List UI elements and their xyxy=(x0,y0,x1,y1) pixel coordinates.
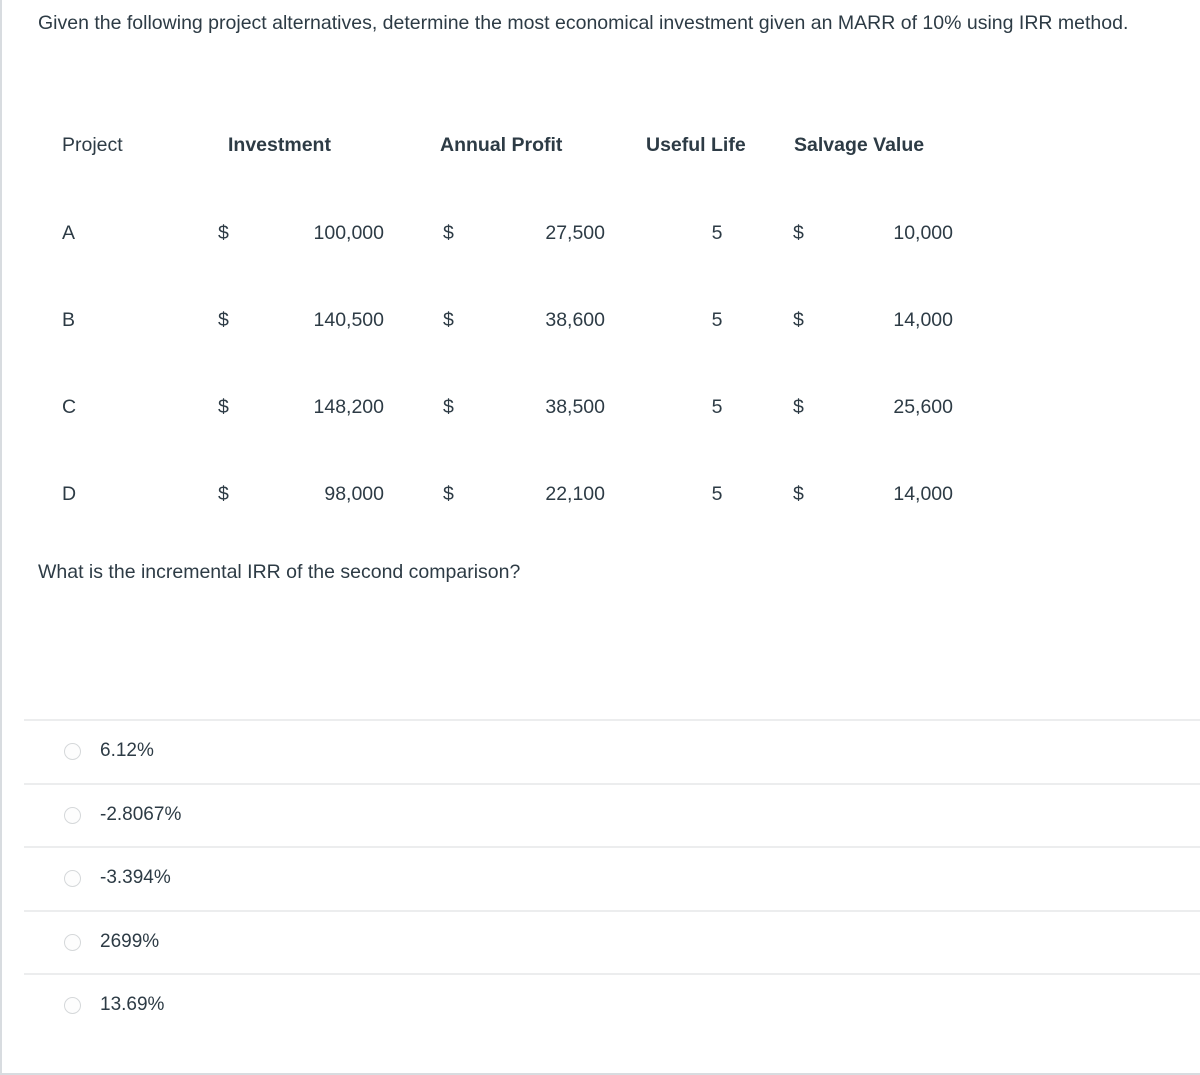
table-row: A $ 100,000 $ 27,500 5 $ 10,000 xyxy=(38,206,998,293)
cell-investment-currency: $ xyxy=(218,396,229,418)
cell-annual-profit: 38,600 xyxy=(545,309,605,331)
answer-option-label: 2699% xyxy=(100,930,160,952)
cell-investment-currency: $ xyxy=(218,309,229,331)
cell-project: D xyxy=(62,483,77,505)
radio-button-icon[interactable] xyxy=(64,806,81,824)
answer-option[interactable]: 13.69% xyxy=(24,973,1200,1037)
sub-question-text: What is the incremental IRR of the secon… xyxy=(38,561,521,583)
column-header-project: Project xyxy=(62,134,123,156)
cell-salvage-currency: $ xyxy=(793,309,804,331)
table-row: D $ 98,000 $ 22,100 5 $ 14,000 xyxy=(38,467,998,554)
radio-button-icon[interactable] xyxy=(64,743,81,760)
cell-investment: 140,500 xyxy=(313,309,385,331)
cell-useful-life: 5 xyxy=(711,309,723,331)
table-row: B $ 140,500 $ 38,600 5 $ 14,000 xyxy=(38,293,998,380)
column-header-investment: Investment xyxy=(228,134,331,156)
cell-profit-currency: $ xyxy=(443,222,454,244)
answer-option[interactable]: 2699% xyxy=(24,909,1200,974)
answer-option[interactable]: -2.8067% xyxy=(24,782,1200,847)
cell-investment-currency: $ xyxy=(218,222,229,244)
answer-options-list: 6.12% -2.8067% -3.394% 2699% 13.69% xyxy=(24,719,1200,1037)
cell-project: C xyxy=(62,396,77,418)
column-header-salvage-value: Salvage Value xyxy=(794,134,925,156)
cell-investment: 100,000 xyxy=(313,222,385,244)
table-header-row: Project Investment Annual Profit Useful … xyxy=(38,122,998,206)
cell-salvage-value: 25,600 xyxy=(893,396,953,418)
answer-option-label: 6.12% xyxy=(100,740,154,761)
cell-salvage-value: 14,000 xyxy=(893,309,953,331)
cell-profit-currency: $ xyxy=(443,483,454,505)
cell-investment: 98,000 xyxy=(324,483,384,505)
cell-project: A xyxy=(62,222,76,244)
cell-project: B xyxy=(62,309,76,331)
cell-annual-profit: 22,100 xyxy=(545,483,605,505)
answer-option[interactable]: -3.394% xyxy=(24,846,1200,910)
cell-salvage-value: 14,000 xyxy=(893,483,953,505)
column-header-annual-profit: Annual Profit xyxy=(440,134,563,156)
table-row: C $ 148,200 $ 38,500 5 $ 25,600 xyxy=(38,380,998,467)
cell-investment-currency: $ xyxy=(218,483,229,505)
answer-option[interactable]: 6.12% xyxy=(24,719,1200,783)
radio-button-icon[interactable] xyxy=(64,933,81,951)
cell-salvage-currency: $ xyxy=(793,483,804,505)
cell-profit-currency: $ xyxy=(443,396,454,418)
radio-button-icon[interactable] xyxy=(64,997,81,1014)
cell-useful-life: 5 xyxy=(711,396,723,418)
cell-investment: 148,200 xyxy=(313,396,385,418)
cell-salvage-currency: $ xyxy=(793,396,804,418)
cell-useful-life: 5 xyxy=(711,483,723,505)
answer-option-label: -3.394% xyxy=(100,867,171,888)
answer-option-label: -2.8067% xyxy=(100,803,182,825)
cell-annual-profit: 38,500 xyxy=(545,396,605,418)
project-alternatives-table: Project Investment Annual Profit Useful … xyxy=(38,122,998,554)
cell-salvage-currency: $ xyxy=(793,222,804,244)
cell-salvage-value: 10,000 xyxy=(893,222,953,244)
answer-option-label: 13.69% xyxy=(100,994,165,1015)
quiz-question-page: Given the following project alternatives… xyxy=(0,0,1200,1075)
column-header-useful-life: Useful Life xyxy=(646,134,746,156)
cell-profit-currency: $ xyxy=(443,309,454,331)
cell-useful-life: 5 xyxy=(711,222,723,244)
radio-button-icon[interactable] xyxy=(64,870,81,887)
cell-annual-profit: 27,500 xyxy=(545,222,605,244)
question-stem: Given the following project alternatives… xyxy=(38,12,1129,34)
